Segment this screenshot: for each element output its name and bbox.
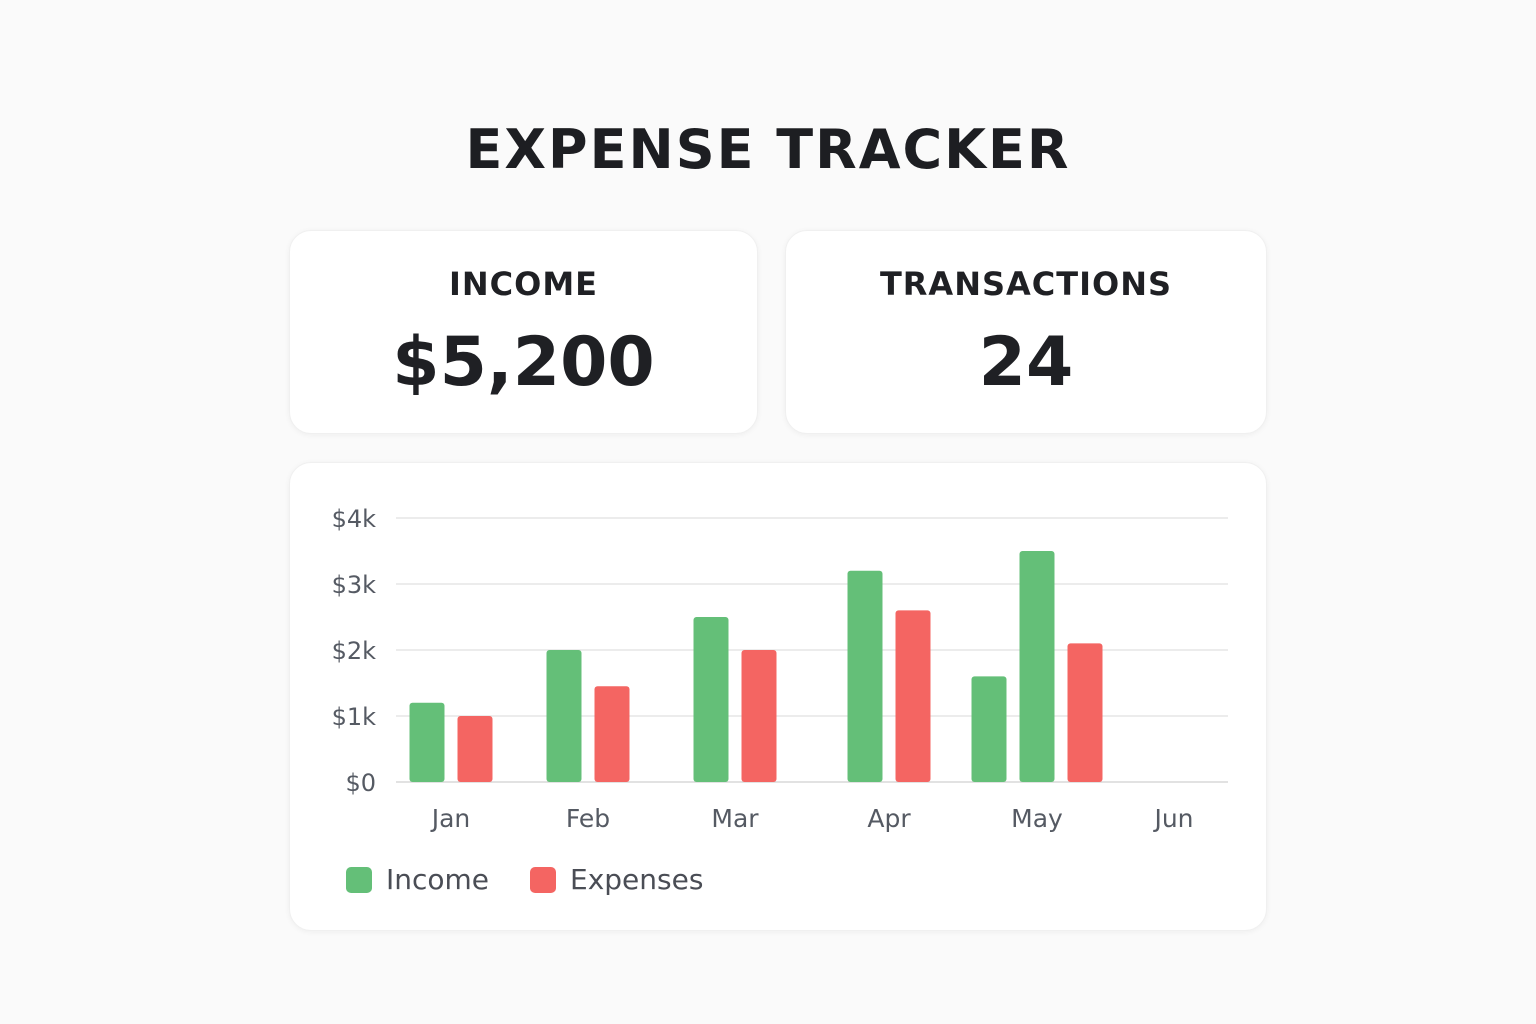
- x-tick-label: May: [1011, 804, 1063, 833]
- y-tick-label: $0: [345, 769, 376, 797]
- y-tick-label: $4k: [332, 505, 377, 533]
- x-tick-label: Apr: [867, 804, 911, 833]
- bar-income-feb: [546, 650, 582, 782]
- x-tick-label: Jun: [1152, 804, 1193, 833]
- x-tick-label: Jan: [430, 804, 471, 833]
- legend-label-income: Income: [386, 863, 490, 896]
- x-tick-label: Mar: [711, 804, 759, 833]
- bar-chart: $0 $1k $2k $3k $4k Jan Feb Mar Apr May Jun: [332, 505, 1228, 833]
- income-swatch: [346, 866, 372, 893]
- income-value: $5,200: [392, 323, 655, 402]
- bar-expenses-jan: [457, 716, 493, 782]
- bar-expenses-may: [1067, 643, 1103, 782]
- x-tick-label: Feb: [566, 804, 610, 833]
- legend-label-expenses: Expenses: [570, 863, 704, 896]
- y-tick-label: $2k: [332, 637, 377, 665]
- income-card: INCOME $5,200: [289, 230, 758, 434]
- chart-card: $0 $1k $2k $3k $4k Jan Feb Mar Apr May Jun Income …: [289, 462, 1267, 931]
- y-tick-label: $3k: [332, 571, 377, 599]
- bar-income-may: [971, 676, 1007, 782]
- expenses-swatch: [530, 866, 556, 893]
- bar-income-may: [1019, 551, 1055, 782]
- bar-income-apr: [847, 570, 883, 782]
- bar-expenses-apr: [895, 610, 931, 782]
- transactions-label: TRANSACTIONS: [879, 265, 1173, 303]
- page-title: EXPENSE TRACKER: [465, 118, 1071, 181]
- bar-expenses-mar: [741, 650, 777, 782]
- bar-income-jan: [409, 702, 445, 782]
- y-tick-label: $1k: [332, 703, 377, 731]
- legend-item-income: Income: [346, 863, 489, 896]
- transactions-value: 24: [978, 323, 1074, 402]
- transactions-card: TRANSACTIONS 24: [785, 230, 1267, 434]
- legend-item-expenses: Expenses: [530, 863, 703, 896]
- bar-income-mar: [693, 617, 729, 782]
- bar-expenses-feb: [594, 686, 630, 782]
- income-label: INCOME: [448, 265, 599, 303]
